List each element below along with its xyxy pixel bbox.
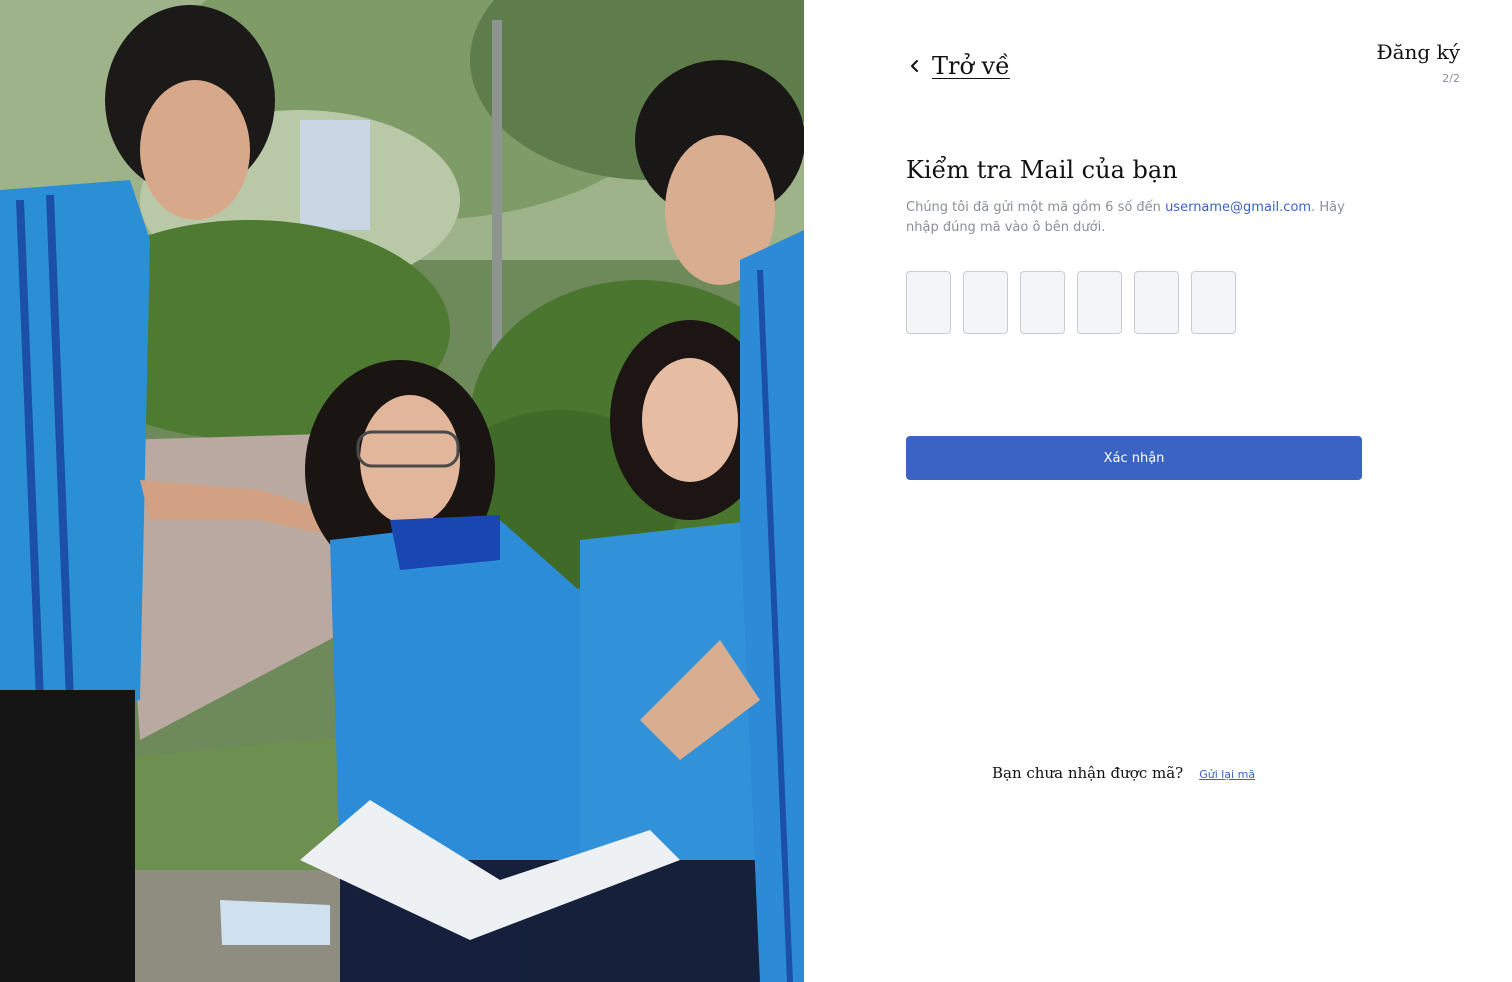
resend-question: Bạn chưa nhận được mã?	[992, 764, 1184, 782]
otp-digit-1[interactable]	[906, 271, 951, 334]
resend-code-link[interactable]: Gửi lại mã	[1199, 768, 1255, 781]
back-label: Trở về	[932, 52, 1010, 80]
step-counter: 2/2	[1442, 72, 1460, 85]
back-button[interactable]: Trở về	[908, 52, 1010, 80]
otp-digit-5[interactable]	[1134, 271, 1179, 334]
instruction-text: Chúng tôi đã gửi một mã gồm 6 số đến use…	[906, 198, 1366, 238]
confirm-button[interactable]: Xác nhận	[906, 436, 1362, 480]
step-title: Đăng ký	[1376, 40, 1460, 64]
target-email: username@gmail.com	[1165, 200, 1312, 215]
otp-digit-4[interactable]	[1077, 271, 1122, 334]
otp-digit-2[interactable]	[963, 271, 1008, 334]
resend-row: Bạn chưa nhận được mã? Gửi lại mã	[992, 764, 1255, 782]
chevron-left-icon	[911, 60, 918, 72]
instruction-text-before: Chúng tôi đã gửi một mã gồm 6 số đến	[906, 200, 1166, 215]
otp-digit-3[interactable]	[1020, 271, 1065, 334]
hero-photo	[0, 0, 804, 982]
otp-input-group	[906, 271, 1236, 334]
signup-form-panel: Trở về Đăng ký 2/2 Kiểm tra Mail của bạn…	[804, 0, 1512, 982]
signup-verify-page: Trở về Đăng ký 2/2 Kiểm tra Mail của bạn…	[0, 0, 1512, 982]
otp-digit-6[interactable]	[1191, 271, 1236, 334]
page-title: Kiểm tra Mail của bạn	[906, 156, 1178, 184]
